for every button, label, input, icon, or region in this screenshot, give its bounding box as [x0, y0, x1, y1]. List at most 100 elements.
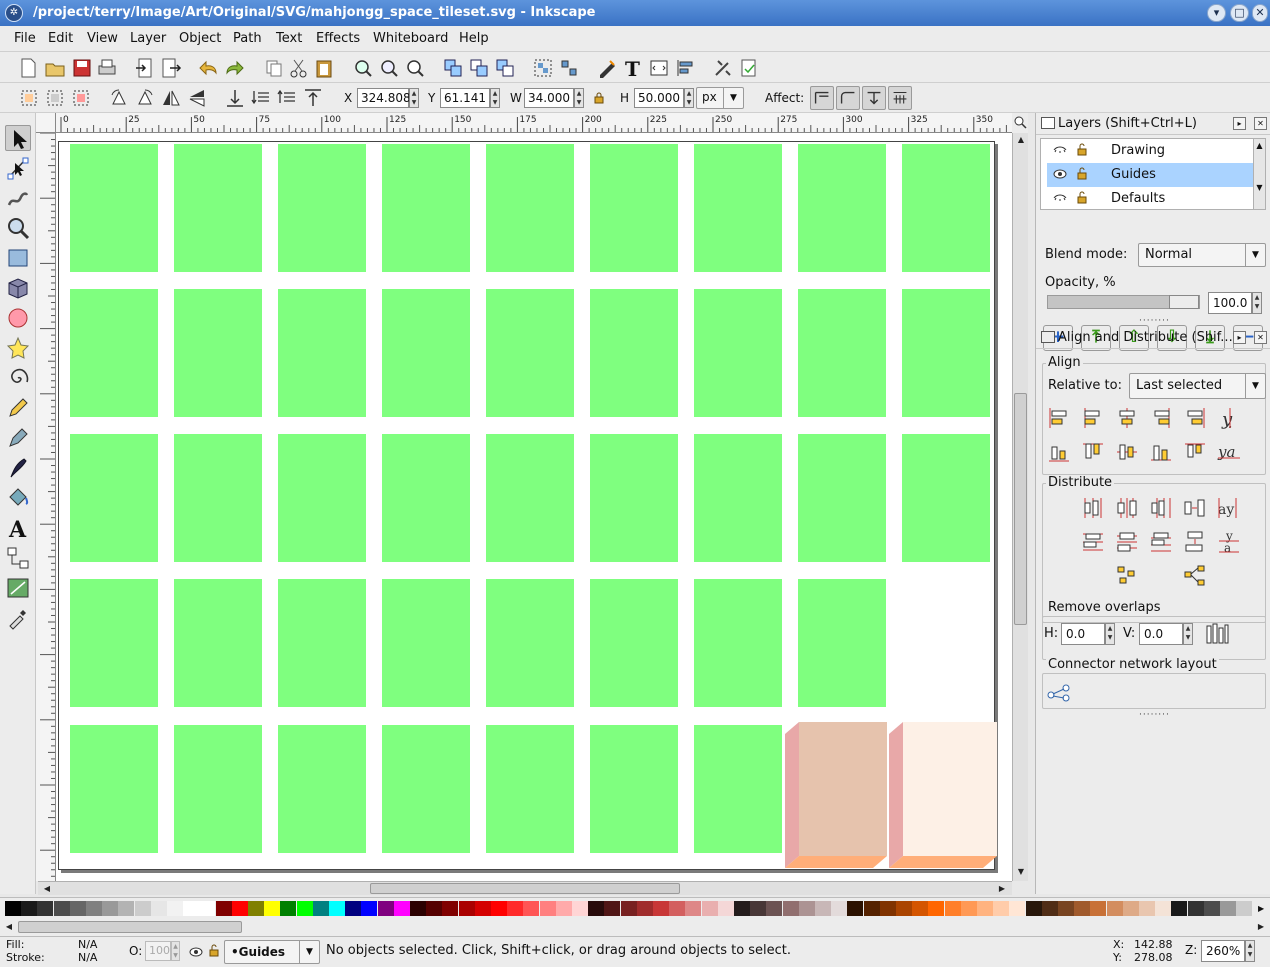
mahjongg-tile-outline[interactable] — [70, 289, 158, 417]
palette-scroll-thumb[interactable] — [18, 921, 242, 933]
align-left-edges-icon[interactable] — [1080, 405, 1106, 431]
paste-icon[interactable] — [313, 57, 335, 79]
mahjongg-tile-outline[interactable] — [798, 144, 886, 272]
lock-open-icon[interactable] — [1077, 167, 1087, 180]
palette-scrollbar[interactable]: ◀ ▶ — [0, 918, 1270, 936]
eye-closed-icon[interactable] — [1053, 192, 1067, 204]
distribute-gaps-vertically-icon[interactable] — [1182, 529, 1208, 555]
color-swatch[interactable] — [653, 901, 669, 916]
mahjongg-tile-outline[interactable] — [278, 434, 366, 562]
color-swatch[interactable] — [766, 901, 783, 916]
mahjongg-tile-outline[interactable] — [590, 289, 678, 417]
relative-to-select[interactable]: Last selected ▼ — [1129, 373, 1266, 399]
align-distribute-icon[interactable] — [674, 57, 696, 79]
star-tool-icon[interactable] — [5, 335, 31, 361]
vertical-ruler[interactable] — [36, 133, 56, 881]
distribute-centers-horizontally-icon[interactable] — [1114, 495, 1140, 521]
overlap-v-field[interactable]: 0.0 — [1139, 623, 1183, 645]
mahjongg-tile-outline[interactable] — [798, 579, 886, 707]
color-swatch[interactable] — [523, 901, 540, 916]
inkscape-icon[interactable]: ✲ — [5, 4, 23, 22]
zoom-page-icon[interactable] — [404, 57, 426, 79]
mahjongg-tile-outline[interactable] — [70, 579, 158, 707]
color-swatch[interactable] — [717, 901, 734, 916]
color-swatch[interactable] — [1106, 901, 1123, 916]
flip-horizontal-icon[interactable] — [160, 87, 182, 109]
align-text-baseline-icon[interactable]: ỵ — [1216, 405, 1242, 431]
group-icon[interactable] — [532, 57, 554, 79]
node-tool-icon[interactable] — [5, 155, 31, 181]
center-on-horizontal-axis-icon[interactable] — [1114, 439, 1140, 465]
color-swatch[interactable] — [912, 901, 929, 916]
raise-to-top-icon[interactable] — [302, 87, 324, 109]
affect-gradients-button[interactable] — [862, 86, 886, 110]
lock-proportions-icon[interactable] — [594, 92, 604, 104]
preferences-icon[interactable] — [712, 57, 734, 79]
h-field[interactable]: 50.000 — [634, 88, 684, 108]
panel-close-icon[interactable]: ✕ — [1254, 117, 1267, 130]
current-layer-select[interactable]: •Guides ▼ — [224, 940, 320, 964]
cut-icon[interactable] — [288, 57, 310, 79]
zoom-drawing-icon[interactable] — [378, 57, 400, 79]
color-swatch[interactable] — [329, 901, 345, 916]
mahjongg-tile-outline[interactable] — [590, 434, 678, 562]
x-field[interactable]: 324.808 — [357, 88, 411, 108]
scroll-down-arrow-icon[interactable]: ▼ — [1014, 865, 1028, 879]
mahjongg-tile-outline[interactable] — [486, 289, 574, 417]
color-swatch[interactable] — [118, 901, 135, 916]
color-swatch[interactable] — [798, 901, 815, 916]
affect-rounded-corners-button[interactable] — [836, 86, 860, 110]
layer-row-drawing[interactable]: Drawing — [1047, 139, 1255, 163]
vertical-scrollbar[interactable]: ▲ ▼ — [1012, 133, 1028, 881]
menu-file[interactable]: File — [14, 31, 36, 46]
rotate-ccw-icon[interactable] — [108, 87, 130, 109]
distribute-bottom-edges-icon[interactable] — [1148, 529, 1174, 555]
color-swatch[interactable] — [734, 901, 750, 916]
save-icon[interactable] — [71, 57, 93, 79]
mahjongg-tile-outline[interactable] — [278, 579, 366, 707]
color-swatch[interactable] — [1074, 901, 1091, 916]
color-swatch[interactable] — [393, 901, 410, 916]
distribute-top-edges-icon[interactable] — [1080, 529, 1106, 555]
color-swatch[interactable] — [5, 901, 21, 916]
horizontal-scrollbar[interactable]: ◀ ▶ — [38, 881, 1012, 895]
calligraphy-tool-icon[interactable] — [5, 455, 31, 481]
align-baseline-anchors-icon[interactable]: ya — [1216, 439, 1242, 465]
maximize-button[interactable]: □ — [1230, 4, 1249, 22]
color-swatch[interactable] — [1090, 901, 1107, 916]
remove-overlaps-icon[interactable] — [1204, 621, 1230, 647]
color-swatch[interactable] — [863, 901, 880, 916]
mahjongg-tile-cream[interactable] — [889, 722, 997, 868]
align-top-to-bottom-icon[interactable] — [1182, 439, 1208, 465]
mahjongg-tile-outline[interactable] — [486, 144, 574, 272]
ellipse-tool-icon[interactable] — [5, 305, 31, 331]
color-swatch[interactable] — [588, 901, 605, 916]
color-swatch[interactable] — [280, 901, 297, 916]
menu-help[interactable]: Help — [459, 31, 489, 46]
zoom-field[interactable]: 260% — [1201, 940, 1245, 962]
align-left-to-right-icon[interactable] — [1182, 405, 1208, 431]
lower-icon[interactable] — [250, 87, 272, 109]
affect-stroke-width-button[interactable] — [810, 86, 834, 110]
menu-view[interactable]: View — [87, 31, 118, 46]
color-swatch[interactable] — [150, 901, 167, 916]
undo-icon[interactable] — [198, 57, 220, 79]
mahjongg-tile-outline[interactable] — [174, 144, 262, 272]
color-swatch[interactable] — [879, 901, 896, 916]
xml-editor-icon[interactable] — [648, 57, 670, 79]
lock-open-icon[interactable] — [1077, 143, 1087, 156]
w-spin-arrows[interactable]: ▲ ▼ — [574, 88, 584, 108]
mahjongg-tile-outline[interactable] — [902, 434, 990, 562]
pen-tool-icon[interactable] — [5, 425, 31, 451]
copy-icon[interactable] — [263, 57, 285, 79]
color-swatch[interactable] — [345, 901, 362, 916]
mahjongg-tile-outline[interactable] — [278, 144, 366, 272]
gradient-tool-icon[interactable] — [5, 575, 31, 601]
open-icon[interactable] — [44, 57, 66, 79]
align-bottom-edges-icon[interactable] — [1148, 439, 1174, 465]
menu-text[interactable]: Text — [276, 31, 302, 46]
mahjongg-tile-outline[interactable] — [278, 725, 366, 853]
3d-box-tool-icon[interactable] — [5, 275, 31, 301]
scroll-left-arrow-icon[interactable]: ◀ — [40, 882, 54, 896]
stroke-value[interactable]: N/A — [78, 951, 97, 964]
